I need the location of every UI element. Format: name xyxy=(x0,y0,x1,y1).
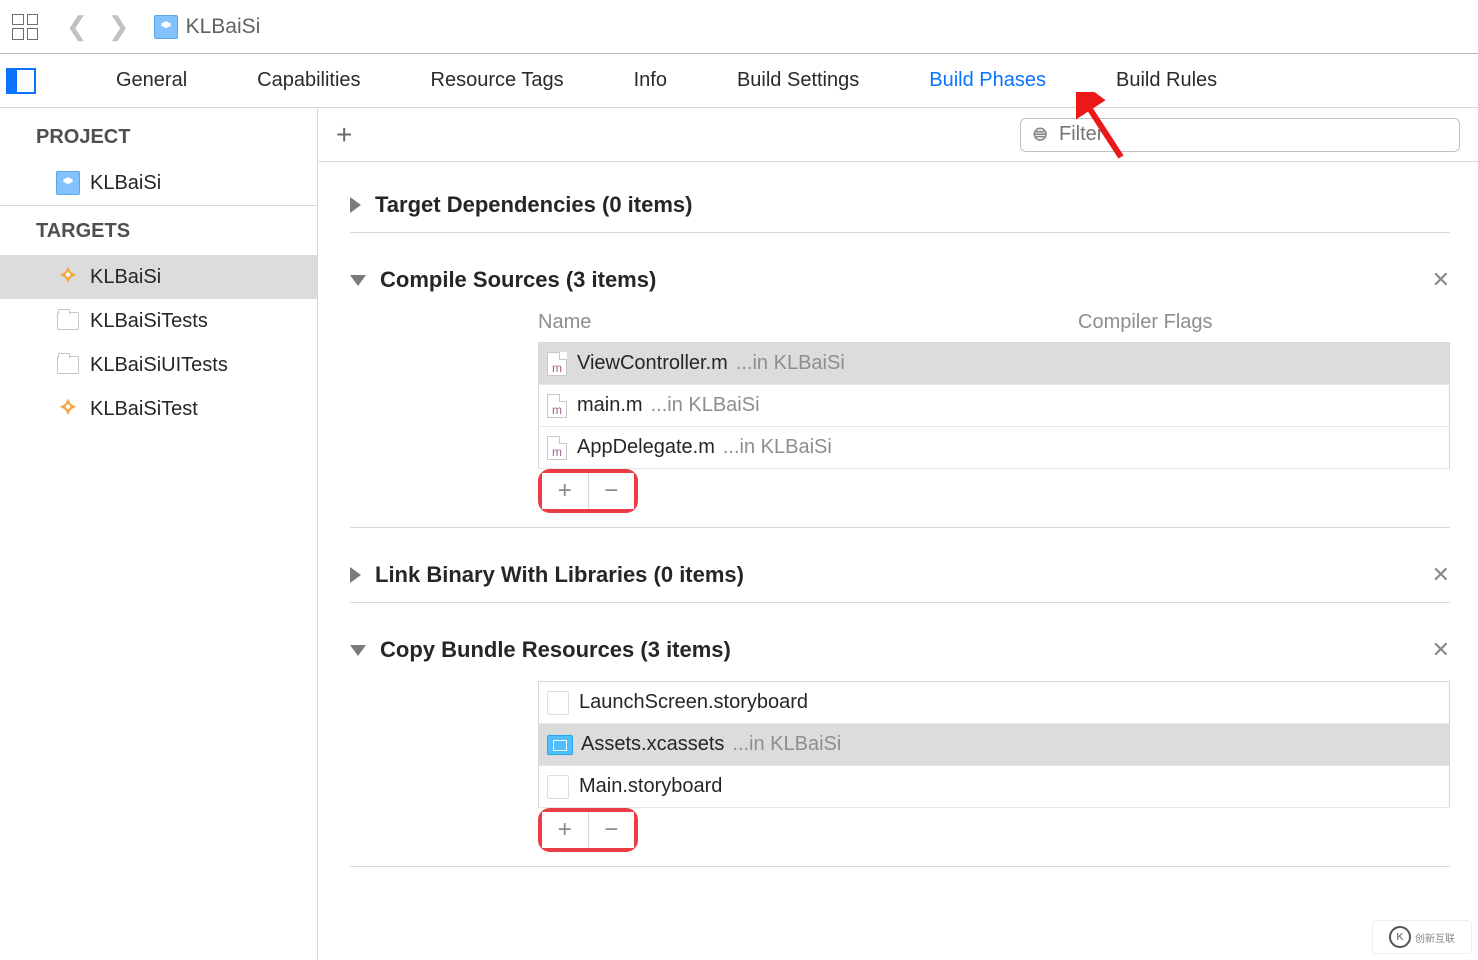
phase-title: Target Dependencies (0 items) xyxy=(375,192,692,218)
phase-title: Compile Sources (3 items) xyxy=(380,267,656,293)
phase-compile-sources: Compile Sources (3 items) ✕ Name Compile… xyxy=(350,267,1450,528)
target-item-label: KLBaiSi xyxy=(90,266,161,289)
target-item[interactable]: KLBaiSi xyxy=(0,255,317,299)
project-navigator: PROJECT KLBaiSi TARGETS KLBaiSi KLBaiSiT… xyxy=(0,108,318,960)
target-item-label: KLBaiSiTest xyxy=(90,398,198,421)
objc-file-icon: m xyxy=(547,436,567,460)
remove-file-button[interactable]: − xyxy=(589,473,635,509)
phase-header[interactable]: Target Dependencies (0 items) xyxy=(350,192,1450,218)
back-button[interactable]: ❮ xyxy=(66,11,88,42)
compile-sources-table: m ViewController.m ...in KLBaiSi m main.… xyxy=(538,342,1450,469)
toolbar: ❮ ❯ KLBaiSi xyxy=(0,0,1478,54)
target-item-label: KLBaiSiTests xyxy=(90,310,208,333)
folder-icon xyxy=(56,309,80,333)
tab-general[interactable]: General xyxy=(116,69,187,92)
targets-section-header: TARGETS xyxy=(0,206,317,255)
table-row[interactable]: Main.storyboard xyxy=(539,766,1449,808)
phase-header[interactable]: Copy Bundle Resources (3 items) ✕ xyxy=(350,637,1450,663)
table-row[interactable]: m main.m ...in KLBaiSi xyxy=(539,385,1449,427)
tab-resource-tags[interactable]: Resource Tags xyxy=(431,69,564,92)
disclosure-icon xyxy=(350,567,361,583)
storyboard-icon xyxy=(547,691,569,715)
table-row[interactable]: m ViewController.m ...in KLBaiSi xyxy=(539,343,1449,385)
tab-build-settings[interactable]: Build Settings xyxy=(737,69,859,92)
remove-phase-button[interactable]: ✕ xyxy=(1432,562,1450,588)
forward-button[interactable]: ❯ xyxy=(108,11,130,42)
target-item[interactable]: KLBaiSiUITests xyxy=(0,343,317,387)
remove-file-button[interactable]: − xyxy=(589,812,635,848)
filter-field[interactable] xyxy=(1020,118,1460,152)
tab-info[interactable]: Info xyxy=(634,69,667,92)
file-name: Assets.xcassets xyxy=(581,733,724,756)
target-item-label: KLBaiSiUITests xyxy=(90,354,228,377)
file-location: ...in KLBaiSi xyxy=(723,436,832,459)
remove-phase-button[interactable]: ✕ xyxy=(1432,637,1450,663)
table-row[interactable]: Assets.xcassets ...in KLBaiSi xyxy=(539,724,1449,766)
tab-build-rules[interactable]: Build Rules xyxy=(1116,69,1217,92)
assets-icon xyxy=(547,735,573,755)
disclosure-icon xyxy=(350,645,366,656)
tab-strip: General Capabilities Resource Tags Info … xyxy=(0,54,1478,108)
table-row[interactable]: LaunchScreen.storyboard xyxy=(539,682,1449,724)
add-remove-buttons: + − xyxy=(538,808,638,852)
file-location: ...in KLBaiSi xyxy=(736,352,845,375)
col-name[interactable]: Name xyxy=(538,311,1078,334)
related-items-icon[interactable] xyxy=(12,14,38,40)
sidebar-toggle-icon[interactable] xyxy=(6,68,36,94)
filter-icon xyxy=(1031,125,1051,145)
file-name: AppDelegate.m xyxy=(577,436,715,459)
phase-copy-bundle: Copy Bundle Resources (3 items) ✕ Launch… xyxy=(350,637,1450,867)
watermark: K 创新互联 xyxy=(1372,920,1472,954)
project-section-header: PROJECT xyxy=(0,108,317,161)
file-location: ...in KLBaiSi xyxy=(651,394,760,417)
filter-input[interactable] xyxy=(1059,123,1449,146)
file-name: LaunchScreen.storyboard xyxy=(579,691,808,714)
file-name: ViewController.m xyxy=(577,352,728,375)
add-file-button[interactable]: + xyxy=(542,473,589,509)
storyboard-icon xyxy=(547,775,569,799)
folder-icon xyxy=(56,353,80,377)
objc-file-icon: m xyxy=(547,352,567,376)
editor-area: + Target Dependencies (0 items) Compile … xyxy=(318,108,1478,960)
table-header: Name Compiler Flags xyxy=(538,311,1450,334)
phase-title: Copy Bundle Resources (3 items) xyxy=(380,637,731,663)
app-target-icon xyxy=(56,265,80,289)
tab-build-phases[interactable]: Build Phases xyxy=(929,69,1046,92)
file-location: ...in KLBaiSi xyxy=(732,733,841,756)
objc-file-icon: m xyxy=(547,394,567,418)
col-flags[interactable]: Compiler Flags xyxy=(1078,311,1212,334)
phase-header[interactable]: Compile Sources (3 items) ✕ xyxy=(350,267,1450,293)
target-item[interactable]: KLBaiSiTests xyxy=(0,299,317,343)
tab-capabilities[interactable]: Capabilities xyxy=(257,69,360,92)
phase-toolbar: + xyxy=(318,108,1478,162)
project-name[interactable]: KLBaiSi xyxy=(186,15,261,39)
add-file-button[interactable]: + xyxy=(542,812,589,848)
target-item[interactable]: KLBaiSiTest xyxy=(0,387,317,431)
project-icon xyxy=(56,171,80,195)
add-phase-button[interactable]: + xyxy=(336,119,352,151)
phase-title: Link Binary With Libraries (0 items) xyxy=(375,562,744,588)
app-target-icon xyxy=(56,397,80,421)
phase-link-binary: Link Binary With Libraries (0 items) ✕ xyxy=(350,562,1450,603)
watermark-text: 创新互联 xyxy=(1415,930,1455,945)
add-remove-buttons: + − xyxy=(538,469,638,513)
phase-target-dependencies: Target Dependencies (0 items) xyxy=(350,192,1450,233)
project-item[interactable]: KLBaiSi xyxy=(0,161,317,205)
project-icon xyxy=(154,15,178,39)
disclosure-icon xyxy=(350,275,366,286)
phase-header[interactable]: Link Binary With Libraries (0 items) ✕ xyxy=(350,562,1450,588)
file-name: main.m xyxy=(577,394,643,417)
watermark-logo-icon: K xyxy=(1389,926,1411,948)
project-item-label: KLBaiSi xyxy=(90,172,161,195)
table-row[interactable]: m AppDelegate.m ...in KLBaiSi xyxy=(539,427,1449,469)
disclosure-icon xyxy=(350,197,361,213)
remove-phase-button[interactable]: ✕ xyxy=(1432,267,1450,293)
file-name: Main.storyboard xyxy=(579,775,722,798)
copy-bundle-table: LaunchScreen.storyboard Assets.xcassets … xyxy=(538,681,1450,808)
